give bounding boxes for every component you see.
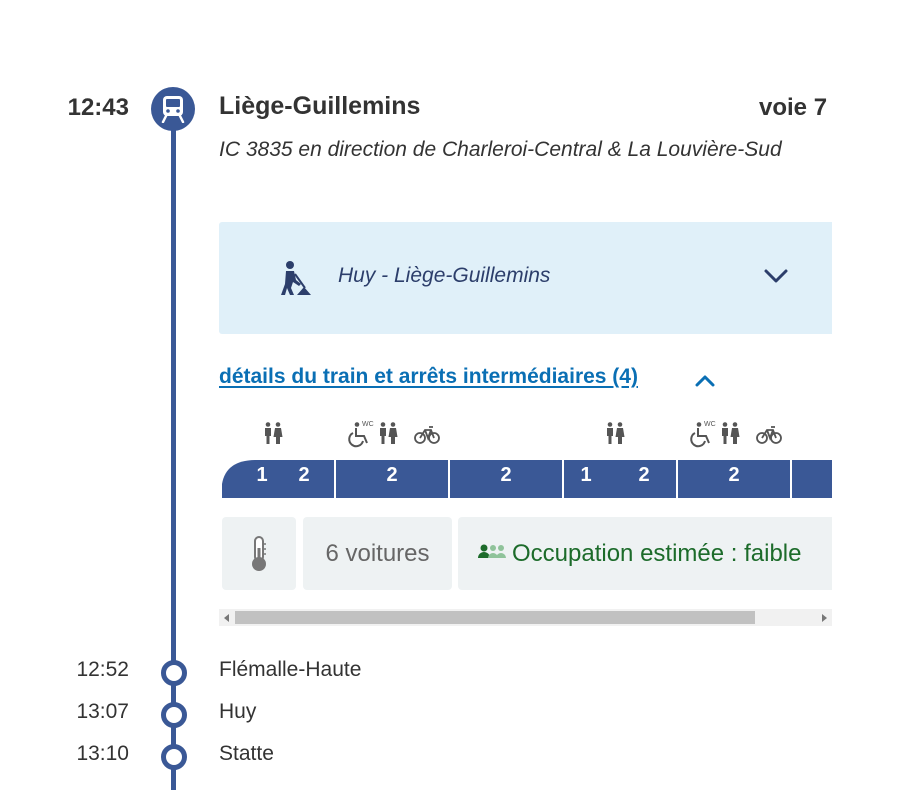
coach-bogie xyxy=(693,494,697,498)
stop-time: 12:52 xyxy=(76,658,129,681)
coach-bogie xyxy=(655,494,659,498)
scroll-right-icon[interactable] xyxy=(822,614,827,622)
coach-bogie xyxy=(458,494,462,498)
train-diagram: WCWC 12221222 xyxy=(222,421,832,498)
cars-count-label: 6 voitures xyxy=(325,539,430,567)
coach-bogie xyxy=(344,494,348,498)
occupancy-label: Occupation estimée : faible xyxy=(512,539,802,567)
toilet-icon xyxy=(380,422,398,444)
works-notice[interactable]: Huy - Liège-Guillemins xyxy=(219,222,832,334)
coach-bogie xyxy=(776,494,780,498)
coach-class-label: 1 xyxy=(256,464,267,486)
train-coach xyxy=(222,460,334,498)
coach-bogie xyxy=(814,494,818,498)
stop-name[interactable]: Statte xyxy=(219,742,274,766)
coach-bogie xyxy=(427,494,431,498)
thermometer-icon xyxy=(252,535,266,571)
departure-time: 12:43 xyxy=(67,94,129,121)
coach-class-label: 1 xyxy=(580,464,591,486)
coach-bogie xyxy=(320,494,324,498)
bike-icon xyxy=(756,426,782,444)
timeline-rail xyxy=(171,110,176,790)
stop-node xyxy=(161,660,187,686)
coach-bogie xyxy=(420,494,424,498)
track-number: voie 7 xyxy=(759,94,828,121)
train-icon xyxy=(151,87,195,131)
toilet-icon xyxy=(607,422,625,444)
occupancy-people-icon xyxy=(478,544,506,558)
chevron-down-icon[interactable] xyxy=(763,266,789,286)
horizontal-scrollbar[interactable] xyxy=(219,609,832,626)
stop-node xyxy=(161,702,187,728)
coach-class-label: 2 xyxy=(386,464,397,486)
coach-bogie xyxy=(700,494,704,498)
coach-bogie xyxy=(472,494,476,498)
wc-label: WC xyxy=(704,421,716,428)
coach-bogie xyxy=(769,494,773,498)
coach-bogie xyxy=(313,494,317,498)
coach-bogie xyxy=(541,494,545,498)
coach-bogie xyxy=(686,494,690,498)
stop-name[interactable]: Flémalle-Haute xyxy=(219,658,361,682)
toilet-icon xyxy=(265,422,283,444)
scrollbar-thumb[interactable] xyxy=(235,611,755,624)
coach-bogie xyxy=(648,494,652,498)
coach-bogie xyxy=(807,494,811,498)
stop-time: 13:07 xyxy=(76,700,129,723)
stop-node xyxy=(161,744,187,770)
bike-icon xyxy=(414,426,440,444)
coach-bogie xyxy=(434,494,438,498)
coach-class-label: 2 xyxy=(638,464,649,486)
coach-class-label: 2 xyxy=(728,464,739,486)
coach-class-label: 2 xyxy=(500,464,511,486)
roadworks-icon xyxy=(281,261,311,295)
departure-station: Liège-Guillemins xyxy=(219,92,421,120)
coach-bogie xyxy=(662,494,666,498)
works-notice-text: Huy - Liège-Guillemins xyxy=(338,264,551,287)
stop-name[interactable]: Huy xyxy=(219,700,256,724)
coach-bogie xyxy=(548,494,552,498)
stop-time: 13:10 xyxy=(76,742,129,765)
train-direction: IC 3835 en direction de Charleroi-Centra… xyxy=(219,138,782,161)
coach-bogie xyxy=(586,494,590,498)
scroll-left-icon[interactable] xyxy=(224,614,229,622)
coach-bogie xyxy=(244,494,248,498)
chevron-up-icon[interactable] xyxy=(694,372,716,388)
cars-count: 6 voitures xyxy=(303,517,452,590)
coach-bogie xyxy=(579,494,583,498)
coach-bogie xyxy=(572,494,576,498)
train-details-link[interactable]: détails du train et arrêts intermédiaire… xyxy=(219,365,638,389)
toilet-icon xyxy=(722,422,740,444)
coach-bogie xyxy=(230,494,234,498)
occupancy-box: Occupation estimée : faible xyxy=(458,517,832,590)
coach-bogie xyxy=(351,494,355,498)
coach-bogie xyxy=(465,494,469,498)
train-composition[interactable]: WCWC 12221222 6 voitures Occupation esti… xyxy=(219,410,832,630)
temperature-box xyxy=(222,517,296,590)
coach-class-label: 2 xyxy=(298,464,309,486)
coach-bogie xyxy=(762,494,766,498)
coach-bogie xyxy=(358,494,362,498)
coach-bogie xyxy=(534,494,538,498)
wc-label: WC xyxy=(362,421,374,428)
coach-bogie xyxy=(237,494,241,498)
train-coach xyxy=(792,460,832,498)
coach-bogie xyxy=(306,494,310,498)
coach-bogie xyxy=(800,494,804,498)
